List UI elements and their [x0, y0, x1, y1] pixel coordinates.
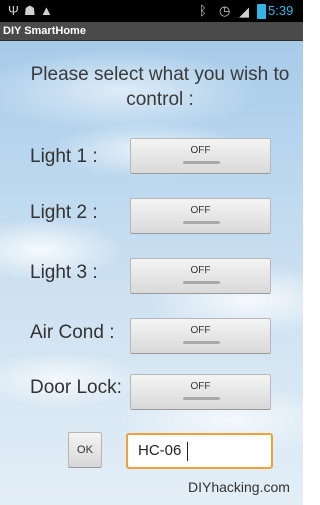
air-cond-toggle[interactable]: OFF [130, 318, 271, 354]
app-title: DIY SmartHome [3, 25, 86, 37]
toggle-off-indicator [183, 161, 220, 164]
signal-icon: ◢ [239, 4, 249, 19]
toggle-off-indicator [183, 281, 220, 284]
bluetooth-device-name-field[interactable]: HC-06 [126, 433, 273, 469]
light-3-label: Light 3 : [30, 262, 98, 283]
text-caret [187, 442, 188, 461]
status-time: 5:39 [268, 3, 294, 18]
toggle-off-indicator [183, 397, 220, 400]
android-debug-icon: ☗ [24, 3, 36, 18]
bluetooth-device-name: HC-06 [138, 442, 182, 459]
door-lock-state: OFF [190, 381, 211, 392]
watermark: DIYhacking.com [188, 479, 290, 495]
door-lock-label: Door Lock: [30, 377, 122, 398]
door-lock-toggle[interactable]: OFF [130, 374, 271, 410]
light-2-state: OFF [190, 205, 211, 216]
light-1-toggle[interactable]: OFF [130, 138, 271, 174]
light-1-state: OFF [190, 145, 211, 156]
status-bar: Ψ ☗ ▲ ᛒ ◷ ◢ 5:39 [0, 0, 303, 22]
control-prompt: Please select what you wish to control : [30, 64, 290, 110]
light-3-state: OFF [190, 265, 211, 276]
alarm-icon: ◷ [219, 3, 231, 18]
warning-icon: ▲ [40, 3, 53, 18]
light-3-toggle[interactable]: OFF [130, 258, 271, 294]
usb-icon: Ψ [8, 3, 19, 18]
battery-icon [257, 4, 266, 19]
light-2-label: Light 2 : [30, 202, 98, 223]
air-cond-state: OFF [190, 325, 211, 336]
ok-button[interactable]: OK [68, 432, 102, 468]
air-cond-label: Air Cond : [30, 322, 115, 343]
light-1-label: Light 1 : [30, 146, 98, 167]
light-2-toggle[interactable]: OFF [130, 198, 271, 234]
app-title-bar: DIY SmartHome [0, 22, 303, 41]
toggle-off-indicator [183, 341, 220, 344]
toggle-off-indicator [183, 221, 220, 224]
bluetooth-icon: ᛒ [199, 3, 207, 18]
app-screen: Ψ ☗ ▲ ᛒ ◷ ◢ 5:39 DIY SmartHome Please se… [0, 0, 303, 505]
